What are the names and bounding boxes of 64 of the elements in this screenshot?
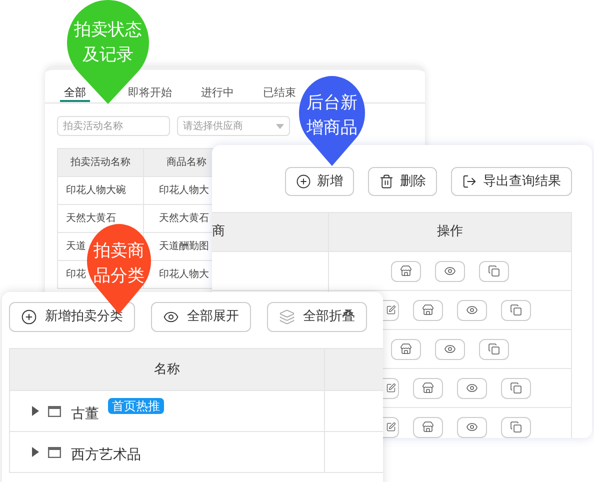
toolbar-button[interactable]: 删除	[368, 167, 437, 196]
tab[interactable]: 已结束	[263, 86, 296, 102]
pin-label: 拍卖状态及记录	[73, 18, 143, 67]
store-icon	[422, 421, 434, 433]
row-action-button[interactable]	[501, 300, 531, 320]
row-action-button[interactable]	[435, 260, 465, 282]
select-placeholder: 请选择供应商	[183, 120, 243, 134]
copy-icon	[510, 304, 522, 316]
row-action-button[interactable]	[501, 378, 531, 398]
row-action-button[interactable]	[413, 300, 443, 320]
toolbar-button[interactable]: 导出查询结果	[451, 167, 572, 196]
row-action-button[interactable]	[457, 416, 487, 438]
row-action-button[interactable]	[457, 378, 487, 398]
folder-icon	[48, 406, 61, 416]
column-header: 名称	[154, 360, 180, 379]
export-icon	[462, 174, 477, 189]
tab[interactable]: 全部	[60, 86, 90, 102]
store-icon	[422, 382, 434, 394]
column-header: 拍卖活动名称	[58, 149, 144, 177]
category-name: 西方艺术品	[71, 446, 141, 464]
eye-icon	[466, 304, 478, 316]
eye-icon	[466, 382, 478, 394]
edit-icon	[386, 305, 396, 315]
row-action-button[interactable]	[435, 338, 465, 360]
eye-icon	[444, 265, 456, 277]
column-header: 操作	[437, 223, 463, 242]
row-action-button[interactable]	[391, 260, 421, 282]
copy-icon	[488, 343, 500, 355]
tab[interactable]: 进行中	[201, 86, 234, 102]
row-action-button[interactable]	[479, 338, 509, 360]
table-cell: 印花人物大碗	[58, 177, 144, 205]
toolbar-button[interactable]: 全部折叠	[267, 302, 367, 332]
pin-label: 后台新增商品	[306, 92, 358, 140]
hot-badge: 首页热推	[108, 398, 164, 414]
eye-icon	[163, 309, 179, 325]
copy-icon	[510, 421, 522, 433]
search-field[interactable]: 拍卖活动名称	[57, 116, 170, 136]
dropdown-caret-icon	[276, 124, 284, 128]
edit-icon	[386, 422, 396, 432]
store-icon	[422, 304, 434, 316]
expand-arrow-icon[interactable]	[32, 406, 39, 416]
row-action-button[interactable]	[457, 300, 487, 320]
row-action-button[interactable]	[391, 338, 421, 360]
toolbar-button[interactable]: 全部展开	[151, 302, 251, 332]
expand-arrow-icon[interactable]	[32, 447, 39, 457]
row-action-button[interactable]	[413, 416, 443, 438]
edit-icon	[386, 383, 396, 393]
layers-icon	[279, 309, 295, 325]
store-icon	[400, 265, 412, 277]
plus-circle-icon	[296, 174, 311, 189]
folder-icon	[48, 446, 61, 458]
eye-icon	[444, 343, 456, 355]
trash-icon	[379, 174, 394, 189]
copy-icon	[510, 382, 522, 394]
category-name: 古董	[71, 404, 99, 424]
toolbar-button[interactable]: 新增	[285, 167, 354, 196]
row-action-button[interactable]	[413, 378, 443, 398]
row-action-button[interactable]	[501, 416, 531, 438]
store-icon	[400, 343, 412, 355]
row-action-button[interactable]	[479, 260, 509, 282]
copy-icon	[488, 265, 500, 277]
plus-circle-icon	[21, 309, 37, 325]
tab[interactable]: 即将开始	[128, 86, 172, 102]
eye-icon	[466, 421, 478, 433]
